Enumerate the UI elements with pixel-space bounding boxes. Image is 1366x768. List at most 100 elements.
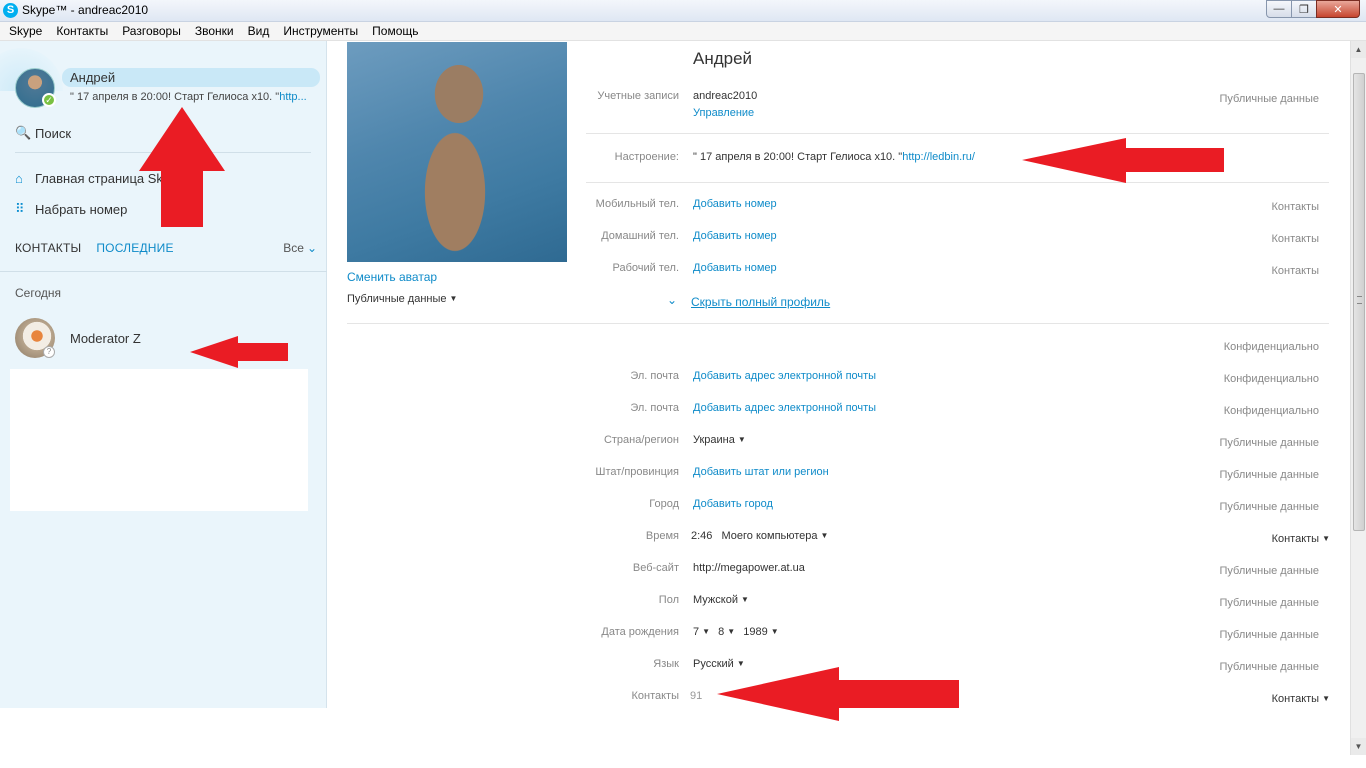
birthday-value: 7 ▼ 8 ▼ 1989 ▼ [693, 626, 779, 638]
add-home-phone-link[interactable]: Добавить номер [693, 230, 777, 242]
birth-day: 7 [693, 626, 700, 638]
menu-conversations[interactable]: Разговоры [115, 24, 188, 38]
contact-name: Moderator Z [70, 330, 141, 346]
add-work-phone-link[interactable]: Добавить номер [693, 262, 777, 274]
add-city-link[interactable]: Добавить город [693, 498, 773, 510]
my-name[interactable]: Андрей [62, 68, 320, 87]
state-label: Штат/провинция [595, 466, 679, 478]
contacts-count: 91 [690, 690, 703, 702]
contact-avatar: ? [15, 318, 55, 358]
birth-year: 1989 [743, 626, 768, 638]
privacy-level: Контакты [1271, 533, 1320, 545]
grip-icon [1357, 296, 1362, 304]
tab-recent[interactable]: ПОСЛЕДНИЕ [96, 241, 173, 255]
sidebar-item-label: Набрать номер [35, 201, 128, 217]
time-value: 2:46 Моего компьютера ▼ [691, 530, 828, 542]
caret-down-icon: ▼ [449, 294, 458, 303]
home-phone-label: Домашний тел. [601, 230, 679, 242]
privacy-level: Контакты [1271, 201, 1319, 213]
mood-text: " 17 апреля в 20:00! Старт Гелиоса х10. … [693, 151, 903, 163]
menu-bar: Skype Контакты Разговоры Звонки Вид Инст… [0, 22, 1366, 41]
work-phone-label: Рабочий тел. [612, 262, 679, 274]
mood-text: " 17 апреля в 20:00! Старт Гелиоса х10. … [70, 91, 280, 103]
privacy-dropdown[interactable]: Контакты ▼ [1272, 693, 1330, 705]
filter-label: Все [283, 241, 304, 255]
annotation-arrow-left [190, 336, 288, 368]
birth-day-select[interactable]: 7 ▼ [693, 626, 710, 638]
hide-full-profile-link[interactable]: Скрыть полный профиль [691, 295, 830, 309]
account-name: andreac2010 [693, 90, 758, 102]
annotation-arrow-left [1022, 138, 1224, 183]
gender-value: Мужской [693, 594, 738, 606]
city-label: Город [649, 498, 679, 510]
scroll-down-button[interactable]: ▼ [1351, 738, 1366, 755]
menu-calls[interactable]: Звонки [188, 24, 241, 38]
minimize-button[interactable]: — [1266, 0, 1292, 18]
mood-value[interactable]: " 17 апреля в 20:00! Старт Гелиоса х10. … [693, 151, 975, 163]
caret-down-icon: ▼ [770, 627, 779, 636]
birth-month: 8 [718, 626, 725, 638]
photo-privacy-dropdown[interactable]: Публичные данные ▼ [347, 293, 457, 305]
scroll-up-button[interactable]: ▲ [1351, 41, 1366, 58]
add-mobile-phone-link[interactable]: Добавить номер [693, 198, 777, 210]
skype-logo-icon: S [3, 3, 18, 18]
country-value: Украина [693, 434, 735, 446]
menu-view[interactable]: Вид [241, 24, 277, 38]
menu-skype[interactable]: Skype [2, 24, 49, 38]
birth-year-select[interactable]: 1989 ▼ [743, 626, 778, 638]
maximize-button[interactable]: ❐ [1291, 0, 1317, 18]
close-button[interactable]: ✕ [1316, 0, 1360, 18]
dialpad-icon: ⠿ [15, 201, 25, 216]
scrollbar[interactable]: ▲ ▼ [1350, 41, 1366, 755]
menu-contacts[interactable]: Контакты [49, 24, 115, 38]
birth-month-select[interactable]: 8 ▼ [718, 626, 735, 638]
birthday-label: Дата рождения [601, 626, 679, 638]
add-email-link[interactable]: Добавить адрес электронной почты [693, 370, 876, 382]
menu-help[interactable]: Помощь [365, 24, 425, 38]
caret-down-icon: ▼ [820, 531, 829, 540]
chevron-down-icon: ⌄ [306, 241, 317, 255]
caret-down-icon: ▼ [1322, 694, 1330, 703]
search-label: Поиск [35, 125, 72, 141]
email-label: Эл. почта [630, 402, 679, 414]
filter-dropdown[interactable]: Все ⌄ [283, 241, 317, 255]
mood-label: Настроение: [614, 151, 679, 163]
contacts-count-label: Контакты [631, 690, 679, 702]
website-value[interactable]: http://megapower.at.ua [693, 562, 805, 574]
my-mood-message[interactable]: " 17 апреля в 20:00! Старт Гелиоса х10. … [70, 91, 320, 103]
caret-down-icon: ▼ [737, 435, 746, 444]
timezone-select[interactable]: Моего компьютера ▼ [721, 530, 828, 542]
divider [586, 133, 1329, 134]
list-item[interactable]: ? Moderator Z [15, 318, 141, 358]
privacy-level: Контакты [1271, 265, 1319, 277]
sidebar-item-dial[interactable]: ⠿ Набрать номер [15, 201, 127, 217]
blank-panel [10, 369, 308, 511]
profile-photo[interactable] [347, 42, 567, 262]
add-state-link[interactable]: Добавить штат или регион [693, 466, 829, 478]
mobile-phone-label: Мобильный тел. [595, 198, 679, 210]
privacy-level: Публичные данные [1219, 565, 1320, 577]
mood-link[interactable]: http://ledbin.ru/ [902, 151, 975, 163]
gender-select[interactable]: Мужской ▼ [693, 594, 749, 606]
privacy-level: Публичные данные [1219, 469, 1320, 481]
website-label: Веб-сайт [632, 562, 679, 574]
privacy-dropdown[interactable]: Контакты ▼ [1272, 533, 1330, 545]
time-label: Время [645, 530, 679, 542]
manage-link[interactable]: Управление [693, 107, 754, 119]
caret-down-icon: ▼ [1322, 534, 1330, 543]
online-status-icon[interactable]: ✓ [42, 93, 56, 107]
add-email-link[interactable]: Добавить адрес электронной почты [693, 402, 876, 414]
tab-contacts[interactable]: КОНТАКТЫ [15, 241, 81, 255]
change-avatar-link[interactable]: Сменить аватар [347, 270, 437, 284]
country-select[interactable]: Украина ▼ [693, 434, 746, 446]
dropdown-label: Публичные данные [347, 293, 447, 305]
scroll-thumb[interactable] [1353, 73, 1365, 531]
search-icon: 🔍 [15, 125, 32, 140]
mood-link[interactable]: http... [279, 91, 307, 103]
menu-tools[interactable]: Инструменты [276, 24, 365, 38]
search-row[interactable]: 🔍 Поиск [15, 125, 71, 141]
privacy-level: Публичные данные [1219, 661, 1320, 673]
privacy-level: Контакты [1271, 693, 1320, 705]
privacy-level: Конфиденциально [1223, 373, 1319, 385]
chevron-down-icon[interactable]: ⌄ [667, 293, 677, 307]
